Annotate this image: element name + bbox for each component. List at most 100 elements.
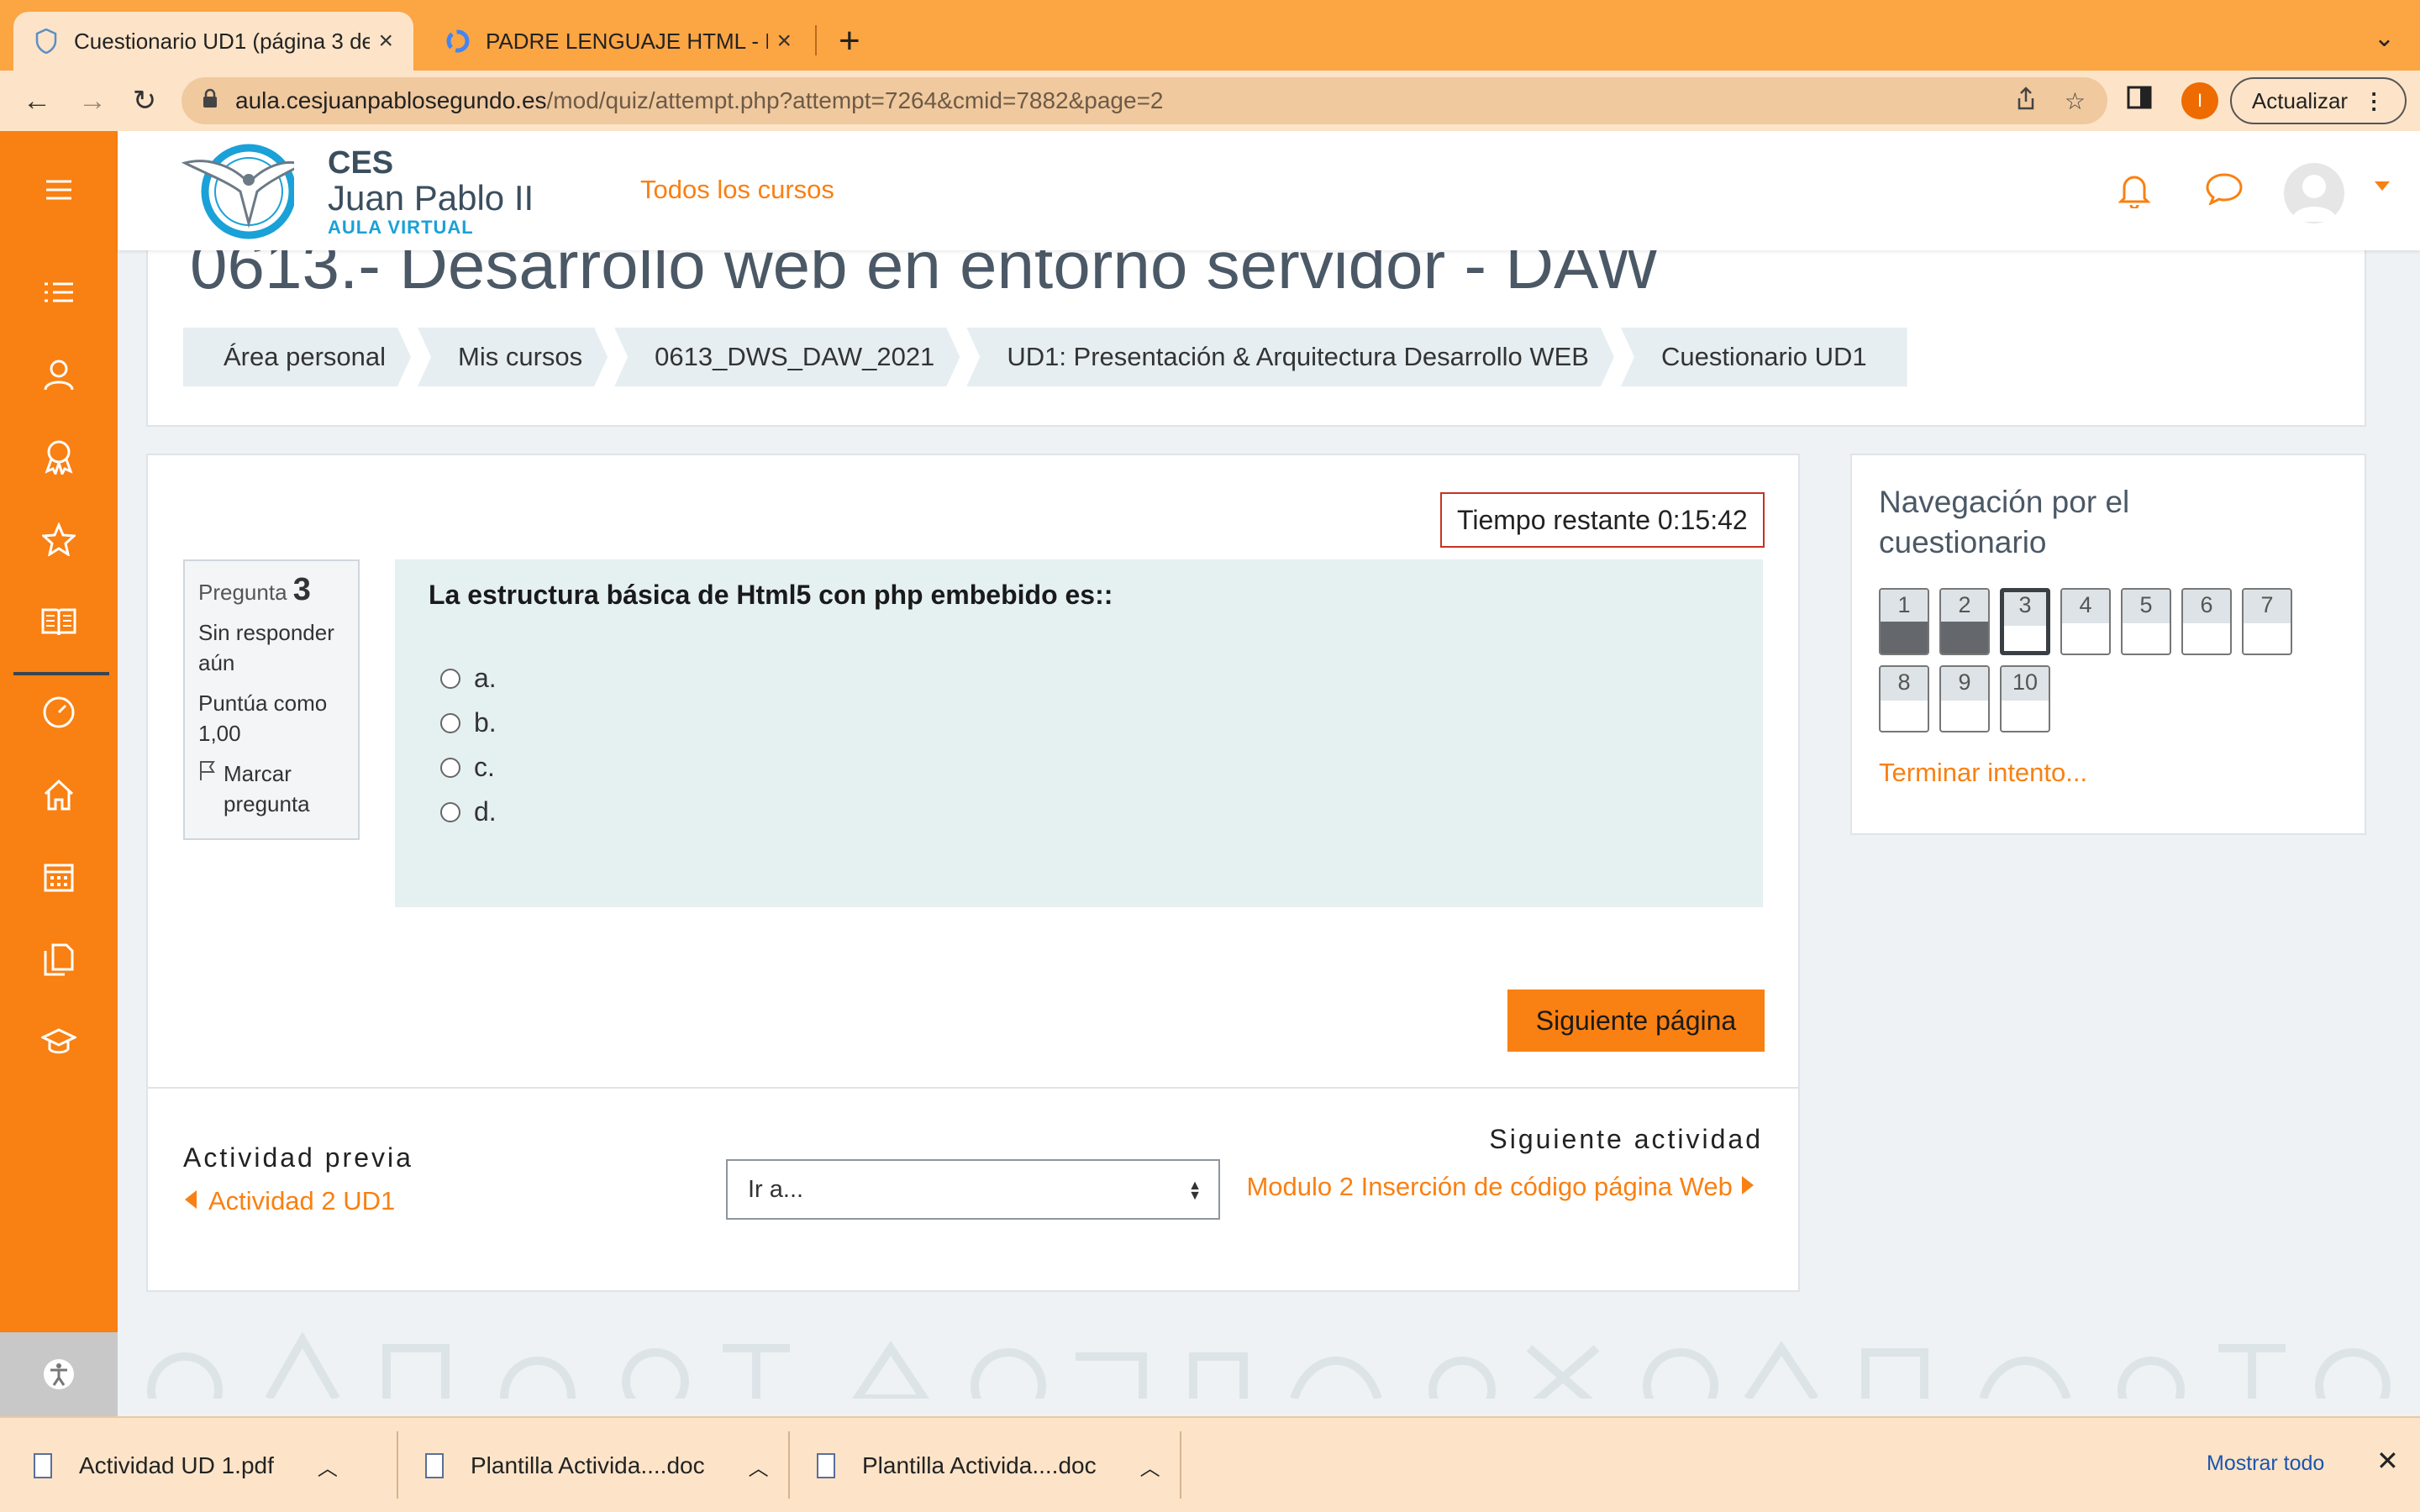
previous-activity-link[interactable]: Actividad 2 UD1 — [183, 1186, 395, 1216]
dashboard-icon[interactable] — [0, 679, 118, 746]
brand-line-3: AULA VIRTUAL — [328, 217, 474, 238]
badge-icon[interactable] — [0, 423, 118, 491]
previous-activity-label: Actividad previa — [183, 1142, 413, 1173]
chevron-up-icon[interactable]: ︿ — [1140, 1452, 1160, 1481]
jump-to-activity-select[interactable]: Ir a... ▲ ▼ — [726, 1159, 1220, 1220]
word-file-icon — [425, 1453, 444, 1478]
next-activity-link[interactable]: Modulo 2 Inserción de código página Web — [1240, 1168, 1761, 1206]
option-label: b. — [474, 707, 497, 738]
participants-icon[interactable] — [0, 341, 118, 408]
question-nav-button[interactable]: 5 — [2121, 588, 2171, 655]
accessibility-icon — [44, 1359, 74, 1389]
radio-button[interactable] — [440, 757, 460, 778]
question-nav-button[interactable]: 6 — [2181, 588, 2232, 655]
question-label: Pregunta — [198, 580, 287, 605]
answered-indicator — [1881, 622, 1928, 654]
flag-question-toggle[interactable]: Marcar pregunta — [198, 759, 345, 819]
user-menu-caret-icon[interactable] — [2375, 181, 2390, 191]
back-icon[interactable]: ← — [15, 79, 59, 123]
forward-icon[interactable]: → — [71, 79, 114, 123]
accessibility-button[interactable] — [0, 1332, 118, 1416]
divider — [1180, 1431, 1181, 1499]
question-nav-number: 10 — [2002, 667, 2049, 701]
url-host: aula.cesjuanpablosegundo.es — [235, 87, 547, 113]
brand-name[interactable]: CES Juan Pablo II AULA VIRTUAL — [328, 146, 534, 239]
address-bar[interactable]: aula.cesjuanpablosegundo.es /mod/quiz/at… — [182, 77, 2107, 124]
grades-book-icon[interactable] — [0, 588, 118, 655]
chevron-up-icon[interactable]: ︿ — [318, 1452, 338, 1481]
next-page-button[interactable]: Siguiente página — [1507, 990, 1765, 1052]
tab-google[interactable]: PADRE LENGUAJE HTML - Bus × — [425, 12, 812, 71]
star-icon[interactable]: ☆ — [2065, 87, 2086, 115]
download-item[interactable]: Plantilla Activida....doc ︿ — [817, 1418, 1160, 1512]
breadcrumb-item[interactable]: UD1: Presentación & Arquitectura Desarro… — [966, 328, 1614, 386]
list-icon[interactable] — [0, 259, 118, 326]
close-icon[interactable]: × — [378, 27, 393, 55]
radio-button[interactable] — [440, 801, 460, 822]
tab-title: PADRE LENGUAJE HTML - Bus — [486, 28, 768, 54]
star-icon[interactable] — [0, 506, 118, 573]
radio-button[interactable] — [440, 712, 460, 733]
previous-activity-text: Actividad 2 UD1 — [208, 1186, 396, 1215]
calendar-icon[interactable] — [0, 843, 118, 911]
hamburger-menu-icon[interactable] — [0, 156, 118, 223]
radio-button[interactable] — [440, 668, 460, 689]
update-button[interactable]: Actualizar ⋮ — [2230, 77, 2407, 124]
quiz-navigation-title: Navegación por el cuestionario — [1879, 485, 2130, 559]
question-nav-number: 3 — [2004, 592, 2046, 626]
close-icon[interactable]: ✕ — [2376, 1445, 2399, 1477]
download-filename: Plantilla Activida....doc — [471, 1452, 705, 1478]
pdf-file-icon — [34, 1453, 52, 1478]
answer-option[interactable]: a. — [429, 656, 1729, 701]
finish-attempt-link[interactable]: Terminar intento... — [1879, 758, 2087, 788]
question-nav-button[interactable]: 2 — [1939, 588, 1990, 655]
user-avatar[interactable] — [2284, 163, 2344, 223]
show-all-downloads-link[interactable]: Mostrar todo — [2207, 1452, 2324, 1476]
close-icon[interactable]: × — [776, 27, 792, 55]
side-panel-icon[interactable] — [2126, 84, 2160, 118]
question-content: La estructura básica de Html5 con php em… — [395, 559, 1763, 907]
notifications-bell-icon[interactable] — [2118, 171, 2158, 212]
question-nav-button[interactable]: 10 — [2000, 665, 2050, 732]
ces-logo[interactable] — [176, 139, 306, 244]
reload-icon[interactable]: ↻ — [123, 79, 166, 123]
courses-cap-icon[interactable] — [0, 1008, 118, 1075]
download-item[interactable]: Actividad UD 1.pdf ︿ — [34, 1418, 338, 1512]
answer-option[interactable]: c. — [429, 745, 1729, 790]
question-navigation-grid: 1 2 3 4 5 6 7 8 9 10 — [1879, 588, 2349, 732]
url-path: /mod/quiz/attempt.php?attempt=7264&cmid=… — [546, 87, 1164, 113]
question-nav-button[interactable]: 1 — [1879, 588, 1929, 655]
download-filename: Plantilla Activida....doc — [862, 1452, 1097, 1478]
all-courses-link[interactable]: Todos los cursos — [640, 175, 834, 205]
download-item[interactable]: Plantilla Activida....doc ︿ — [425, 1418, 769, 1512]
answer-option[interactable]: b. — [429, 701, 1729, 745]
question-nav-button[interactable]: 7 — [2242, 588, 2292, 655]
question-nav-number: 9 — [1941, 667, 1988, 701]
question-nav-button-current[interactable]: 3 — [2000, 588, 2050, 655]
divider — [397, 1431, 398, 1499]
footer-doodle-pattern — [134, 1332, 2403, 1416]
private-files-icon[interactable] — [0, 926, 118, 993]
question-nav-button[interactable]: 4 — [2060, 588, 2111, 655]
breadcrumb-item[interactable]: Área personal — [183, 328, 411, 386]
question-number: 3 — [292, 572, 311, 607]
breadcrumb-item[interactable]: Cuestionario UD1 — [1620, 328, 1907, 386]
chevron-down-icon[interactable]: ⌄ — [2374, 24, 2395, 53]
select-arrows-icon: ▲ ▼ — [1188, 1179, 1202, 1203]
breadcrumb-item[interactable]: Mis cursos — [418, 328, 608, 386]
question-nav-button[interactable]: 8 — [1879, 665, 1929, 732]
share-icon[interactable] — [2016, 86, 2036, 116]
tab-quiz[interactable]: Cuestionario UD1 (página 3 de × — [13, 12, 413, 71]
download-shelf: Actividad UD 1.pdf ︿ Plantilla Activida.… — [0, 1416, 2420, 1512]
answer-options: a. b. c. d. — [429, 656, 1729, 834]
answer-option[interactable]: d. — [429, 790, 1729, 834]
divider — [788, 1431, 790, 1499]
home-icon[interactable] — [0, 761, 118, 828]
caret-left-icon — [183, 1186, 198, 1216]
messages-chat-icon[interactable] — [2205, 171, 2245, 212]
breadcrumb-item[interactable]: 0613_DWS_DAW_2021 — [614, 328, 960, 386]
chevron-up-icon[interactable]: ︿ — [749, 1452, 769, 1481]
profile-avatar[interactable]: I — [2181, 82, 2218, 119]
question-nav-button[interactable]: 9 — [1939, 665, 1990, 732]
new-tab-icon[interactable]: + — [839, 20, 860, 62]
